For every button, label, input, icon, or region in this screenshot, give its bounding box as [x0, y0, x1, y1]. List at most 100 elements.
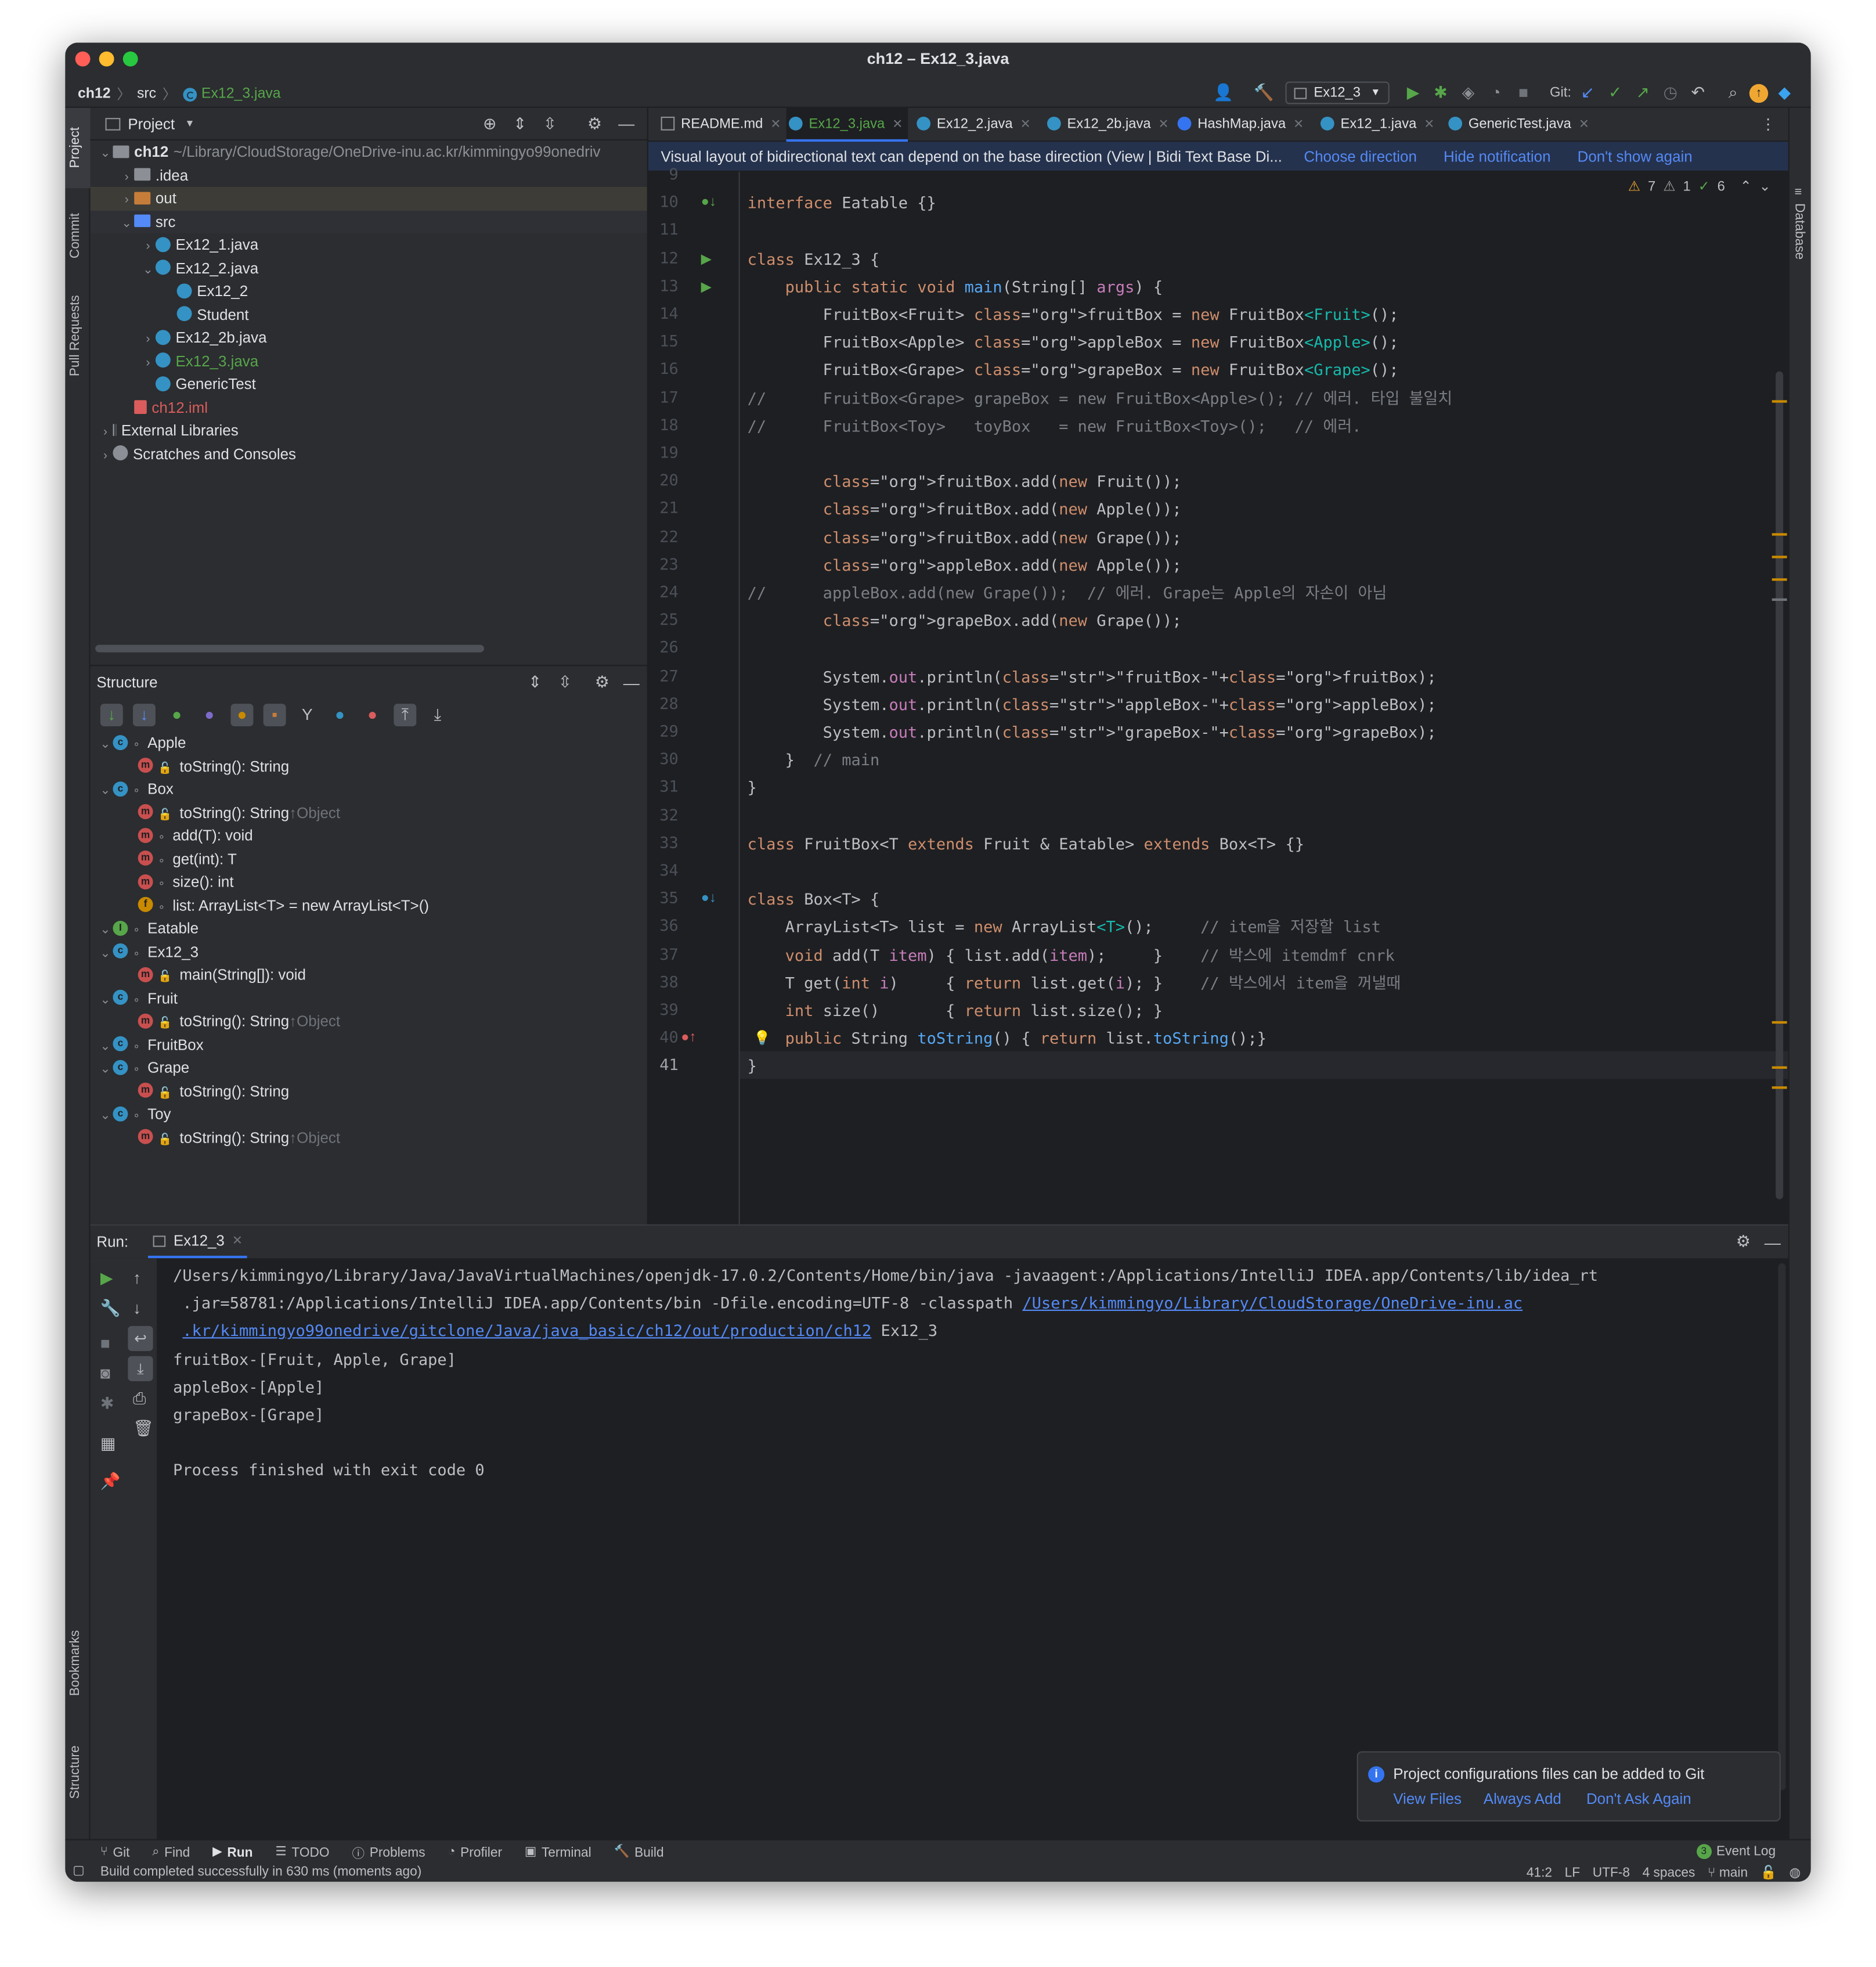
commit-tool-button[interactable]: Commit [68, 213, 83, 258]
close-icon[interactable]: ✕ [1020, 118, 1031, 132]
project-tool-button[interactable]: Project [68, 127, 83, 168]
tree-item[interactable]: Student [91, 303, 647, 326]
hide-notification-link[interactable]: Hide notification [1444, 148, 1550, 165]
expand-all-icon[interactable]: ⇕ [513, 114, 527, 134]
chevron-down-icon[interactable]: ⌄ [98, 943, 113, 966]
structure-item[interactable]: ⌄ c ∘ Box [91, 778, 647, 801]
chevron-down-icon[interactable]: ⌄ [119, 212, 134, 236]
chevron-down-icon[interactable]: ⌄ [1759, 178, 1771, 194]
close-icon[interactable]: ✕ [770, 118, 781, 132]
editor-gutter[interactable]: 9 10 11 12 13 14 15 16 17 18 19 20 21 22 23 24 25 26 27 28 2… [648, 164, 739, 1224]
tree-item[interactable]: ⌄ Ex12_2.java [91, 257, 647, 280]
tree-item[interactable]: GenericTest [91, 373, 647, 396]
close-icon[interactable]: ✕ [1579, 118, 1589, 132]
git-branch-widget[interactable]: ⑂ main [1708, 1865, 1748, 1880]
close-icon[interactable]: ✕ [1159, 118, 1169, 132]
jetbrains-logo-icon[interactable]: ◆ [1773, 81, 1796, 104]
event-log-button[interactable]: 3 Event Log [1696, 1844, 1776, 1860]
chevron-right-icon[interactable]: › [98, 422, 113, 445]
structure-item[interactable]: m 🔓 toString(): String [91, 1079, 647, 1103]
run-tab[interactable]: Ex12_3 ✕ [148, 1226, 248, 1259]
tab-ex12-2b-java[interactable]: Ex12_2b.java ✕ [1045, 108, 1174, 142]
tab-ex12-1-java[interactable]: Ex12_1.java ✕ [1318, 108, 1440, 142]
structure-item[interactable]: m 🔓 main(String[]): void [91, 963, 647, 986]
tool-terminal[interactable]: ▣ Terminal [525, 1844, 591, 1860]
structure-item[interactable]: ⌄ c ∘ Fruit [91, 986, 647, 1010]
show-abstract-icon[interactable]: ● [361, 704, 384, 726]
tool-run[interactable]: ▶ Run [212, 1844, 252, 1860]
gear-icon[interactable]: ⚙ [1736, 1232, 1751, 1252]
tab-hashmap-java[interactable]: HashMap.java ✕ [1175, 108, 1309, 142]
lock-icon[interactable]: 🔓 [1760, 1864, 1777, 1880]
structure-item[interactable]: ⌄ c ∘ Toy [91, 1103, 647, 1126]
minimize-panel-icon[interactable]: — [1765, 1233, 1781, 1251]
pin-icon[interactable]: 📌 [100, 1472, 121, 1492]
tree-item[interactable]: ch12.iml [91, 396, 647, 419]
breadcrumb-project[interactable]: ch12 [78, 87, 111, 102]
user-icon[interactable]: 👤 [1212, 81, 1235, 104]
autoscroll-to-source-icon[interactable]: ⤒ [394, 704, 417, 727]
chevron-right-icon[interactable]: › [140, 352, 156, 375]
history-icon[interactable]: ◷ [1659, 81, 1682, 104]
locate-icon[interactable]: ⊕ [483, 114, 497, 134]
profile-icon[interactable]: ◔ [1485, 81, 1507, 104]
structure-item[interactable]: m ∘ get(int): T [91, 848, 647, 871]
classpath-link[interactable]: .kr/kimmingyo99onedrive/gitclone/Java/ja… [182, 1321, 871, 1340]
tree-item[interactable]: ⌄ ch12 ~/Library/CloudStorage/OneDrive-inu… [91, 140, 647, 164]
console-scrollbar[interactable] [1778, 1263, 1786, 1791]
more-tabs-icon[interactable]: ⋮ [1760, 116, 1776, 133]
print-icon[interactable]: ⎙ [133, 1389, 146, 1409]
trash-icon[interactable]: 🗑 [133, 1419, 154, 1439]
chevron-down-icon[interactable]: ⌄ [98, 780, 113, 804]
choose-direction-link[interactable]: Choose direction [1304, 148, 1417, 165]
scroll-to-end-icon[interactable]: ⤓ [128, 1356, 153, 1381]
editor-scrollbar[interactable] [1776, 371, 1784, 1199]
bookmarks-tool-button[interactable]: Bookmarks [68, 1630, 83, 1696]
structure-tool-button[interactable]: Structure [68, 1745, 83, 1799]
chevron-up-icon[interactable]: ⌃ [1740, 178, 1752, 194]
tool-profiler[interactable]: ◔ Profiler [448, 1844, 502, 1860]
rerun-icon[interactable]: ▶ [100, 1268, 113, 1288]
chevron-right-icon[interactable]: › [98, 445, 113, 468]
toggle-tool-windows-icon[interactable]: ▢ [73, 1864, 84, 1878]
camera-icon[interactable]: ◙ [100, 1364, 110, 1382]
run-icon[interactable]: ▶ [1402, 81, 1424, 104]
lightbulb-icon[interactable]: 💡 [753, 1030, 771, 1047]
structure-item[interactable]: f ∘ list: ArrayList<T> = new ArrayList<T>(… [91, 894, 647, 917]
close-icon[interactable]: ✕ [1424, 118, 1434, 132]
gear-icon[interactable]: ⚙ [595, 672, 609, 693]
chevron-down-icon[interactable]: ⌄ [98, 1105, 113, 1129]
chevron-down-icon[interactable]: ▼ [185, 118, 194, 129]
minimize-panel-icon[interactable]: — [618, 114, 634, 133]
search-everywhere-icon[interactable]: ⌕ [1722, 81, 1744, 104]
file-encoding[interactable]: UTF-8 [1593, 1865, 1630, 1880]
structure-item[interactable]: m 🔓 toString(): String [91, 755, 647, 778]
tab-readme-md[interactable]: README.md ✕ [658, 108, 786, 142]
chevron-down-icon[interactable]: ⌄ [140, 259, 156, 282]
run-config-selector[interactable]: Ex12_3 ▼ [1285, 81, 1390, 105]
thread-dump-icon[interactable]: ✱ [100, 1394, 114, 1414]
chevron-down-icon[interactable]: ⌄ [98, 1059, 113, 1082]
structure-item[interactable]: ⌄ c ∘ Grape [91, 1056, 647, 1079]
tool-git[interactable]: ⑂ Git [100, 1844, 130, 1860]
view-files-link[interactable]: View Files [1393, 1790, 1462, 1807]
git-commit-icon[interactable]: ✓ [1604, 81, 1626, 104]
collapse-all-icon[interactable]: ⇳ [558, 672, 572, 693]
show-lambdas-icon[interactable]: Y [296, 704, 319, 726]
stop-icon[interactable]: ■ [100, 1334, 110, 1352]
breadcrumb-file[interactable]: Ex12_3.java [201, 87, 281, 102]
tree-item[interactable]: › out [90, 186, 647, 210]
structure-item[interactable]: ⌄ I ∘ Eatable [91, 917, 647, 940]
line-separator[interactable]: LF [1565, 1865, 1580, 1880]
coverage-icon[interactable]: ◈ [1457, 81, 1480, 104]
chevron-right-icon[interactable]: › [140, 236, 156, 259]
overrides-icon[interactable]: ●↑ [681, 1030, 696, 1045]
subclassed-icon[interactable]: ●↓ [701, 891, 716, 906]
sort-alphabetically-icon[interactable]: ↓ [133, 704, 156, 727]
structure-item[interactable]: m ∘ add(T): void [91, 824, 647, 848]
chevron-right-icon[interactable]: › [119, 166, 134, 189]
always-add-link[interactable]: Always Add [1484, 1790, 1561, 1807]
tab-ex12-2-java[interactable]: Ex12_2.java ✕ [914, 108, 1036, 142]
autoscroll-from-source-icon[interactable]: ⤓ [427, 704, 449, 726]
chevron-down-icon[interactable]: ⌄ [98, 1036, 113, 1059]
